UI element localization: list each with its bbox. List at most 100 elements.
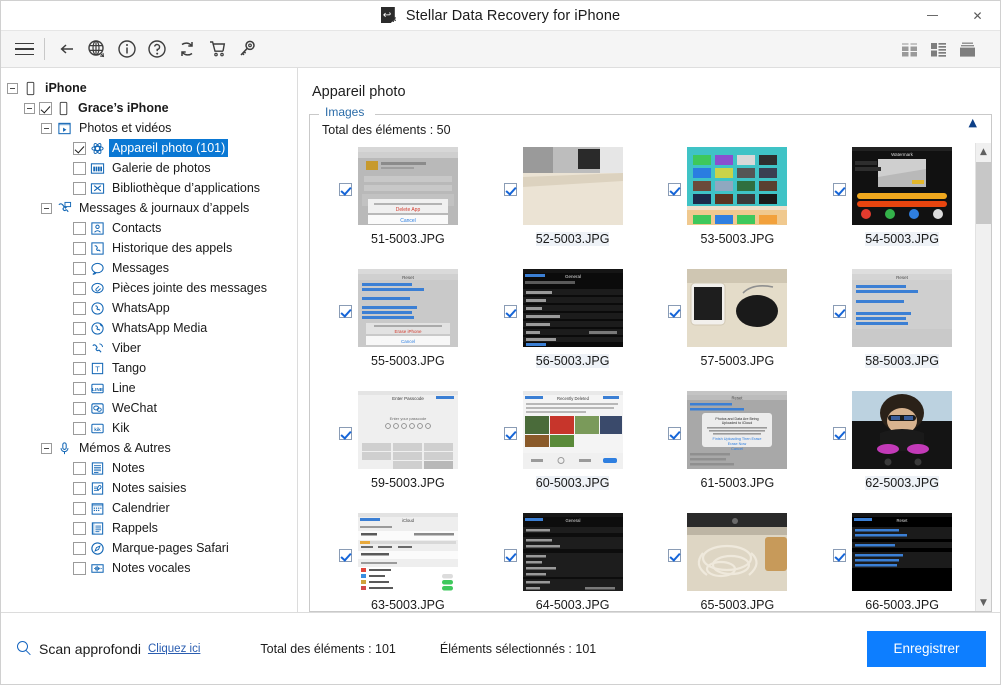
- sidebar-item-notes[interactable]: Notes: [1, 458, 297, 478]
- sidebar-tree[interactable]: iPhone Grace’s iPhone Photos et vidéos Appa…: [1, 68, 298, 612]
- thumbnail-image[interactable]: [687, 147, 788, 225]
- thumbnail-cell[interactable]: Recently Deleted 60-5003.JPG: [481, 387, 646, 509]
- close-button[interactable]: ✕: [955, 1, 1000, 30]
- sidebar-item-pi-ces-jointe-des-messages[interactable]: Pièces jointe des messages: [1, 278, 297, 298]
- sidebar-item-checkbox[interactable]: [73, 261, 86, 275]
- sidebar-item-notes-vocales[interactable]: Notes vocales: [1, 558, 297, 578]
- thumbnail-image[interactable]: Enter Passcode Enter your passcode: [357, 391, 458, 469]
- thumbnail-checkbox[interactable]: [338, 305, 352, 318]
- thumbnail-cell[interactable]: 65-5003.JPG: [646, 509, 811, 611]
- sidebar-item-checkbox[interactable]: [73, 361, 86, 375]
- sidebar-item-checkbox[interactable]: [73, 421, 86, 435]
- vertical-scrollbar[interactable]: ▲ ▼: [975, 143, 991, 611]
- sidebar-item-kik[interactable]: kik Kik: [1, 418, 297, 438]
- thumbnail-image[interactable]: [687, 513, 788, 591]
- view-grid-button[interactable]: [896, 37, 922, 61]
- sidebar-item-checkbox[interactable]: [73, 301, 86, 315]
- expander-collapse-icon[interactable]: [41, 122, 52, 134]
- thumbnail-image[interactable]: Reset Photos and Data Are Being Uploaded…: [687, 391, 788, 469]
- thumbnail-cell[interactable]: 53-5003.JPG: [646, 143, 811, 265]
- sidebar-item-photos-et-vid-os[interactable]: Photos et vidéos: [1, 118, 297, 138]
- chevron-up-icon[interactable]: ▲: [969, 117, 977, 128]
- thumbnail-checkbox[interactable]: [668, 549, 682, 562]
- thumbnail-cell[interactable]: Reset Photos and Data Are Being Uploaded…: [646, 387, 811, 509]
- thumbnail-image[interactable]: Reset: [852, 269, 953, 347]
- sidebar-item-historique-des-appels[interactable]: Historique des appels: [1, 238, 297, 258]
- thumbnail-checkbox[interactable]: [503, 183, 517, 196]
- sidebar-item-messages-journaux-d-appels[interactable]: Messages & journaux d’appels: [1, 198, 297, 218]
- thumbnail-checkbox[interactable]: [668, 183, 682, 196]
- thumbnail-checkbox[interactable]: [668, 427, 682, 440]
- sidebar-item-checkbox[interactable]: [73, 381, 86, 395]
- sidebar-item-checkbox[interactable]: [73, 501, 86, 515]
- sidebar-item-galerie-de-photos[interactable]: Galerie de photos: [1, 158, 297, 178]
- thumbnail-cell[interactable]: Reset 66-5003.JPG: [810, 509, 975, 611]
- thumbnail-image[interactable]: General: [522, 269, 623, 347]
- scrollbar-thumb[interactable]: [975, 162, 991, 224]
- view-list-button[interactable]: [925, 37, 951, 61]
- thumbnail-image[interactable]: Reset Erase iPhone Cancel: [357, 269, 458, 347]
- sidebar-item-checkbox[interactable]: [73, 461, 86, 475]
- thumbnail-cell[interactable]: 52-5003.JPG: [481, 143, 646, 265]
- thumbnail-image[interactable]: Delete App Cancel: [357, 147, 458, 225]
- sidebar-item-checkbox[interactable]: [73, 541, 86, 555]
- sidebar-item-iphone[interactable]: iPhone: [1, 78, 297, 98]
- info-button[interactable]: [112, 34, 142, 64]
- save-button[interactable]: Enregistrer: [867, 630, 986, 667]
- sidebar-item-rappels[interactable]: Rappels: [1, 518, 297, 538]
- sidebar-item-checkbox[interactable]: [39, 101, 52, 115]
- expander-collapse-icon[interactable]: [41, 202, 52, 214]
- thumbnail-cell[interactable]: 62-5003.JPG: [810, 387, 975, 509]
- view-detail-button[interactable]: [954, 37, 980, 61]
- sidebar-item-checkbox[interactable]: [73, 221, 86, 235]
- thumbnail-image[interactable]: Recently Deleted: [522, 391, 623, 469]
- thumbnail-checkbox[interactable]: [833, 305, 847, 318]
- sidebar-item-grace-s-iphone[interactable]: Grace’s iPhone: [1, 98, 297, 118]
- sidebar-item-checkbox[interactable]: [73, 181, 86, 195]
- sidebar-item-line[interactable]: LINE Line: [1, 378, 297, 398]
- thumbnail-checkbox[interactable]: [503, 549, 517, 562]
- thumbnail-checkbox[interactable]: [833, 549, 847, 562]
- sidebar-item-checkbox[interactable]: [73, 521, 86, 535]
- thumbnail-checkbox[interactable]: [338, 183, 352, 196]
- sidebar-item-whatsapp-media[interactable]: WhatsApp Media: [1, 318, 297, 338]
- thumbnail-cell[interactable]: Reset Erase iPhone Cancel 55-5003.JPG: [316, 265, 481, 387]
- sidebar-item-wechat[interactable]: WeChat: [1, 398, 297, 418]
- thumbnail-image[interactable]: Reset: [852, 513, 953, 591]
- thumbnail-checkbox[interactable]: [503, 427, 517, 440]
- sidebar-item-checkbox[interactable]: [73, 481, 86, 495]
- thumbnail-cell[interactable]: General 64-5003.JPG: [481, 509, 646, 611]
- activate-button[interactable]: [232, 34, 262, 64]
- sidebar-item-checkbox[interactable]: [73, 281, 86, 295]
- expander-collapse-icon[interactable]: [7, 82, 18, 94]
- thumbnail-cell[interactable]: Enter Passcode Enter your passcode 59-50…: [316, 387, 481, 509]
- sidebar-item-appareil-photo-101[interactable]: Appareil photo (101): [1, 138, 297, 158]
- thumbnail-image[interactable]: Watermark: [852, 147, 953, 225]
- sidebar-item-whatsapp[interactable]: WhatsApp: [1, 298, 297, 318]
- sidebar-item-viber[interactable]: Viber: [1, 338, 297, 358]
- thumbnail-cell[interactable]: 57-5003.JPG: [646, 265, 811, 387]
- hamburger-menu-button[interactable]: [9, 34, 39, 64]
- sidebar-item-checkbox[interactable]: [73, 401, 86, 415]
- sidebar-item-contacts[interactable]: Contacts: [1, 218, 297, 238]
- thumbnail-checkbox[interactable]: [338, 427, 352, 440]
- thumbnail-checkbox[interactable]: [668, 305, 682, 318]
- thumbnail-cell[interactable]: Reset 58-5003.JPG: [810, 265, 975, 387]
- thumbnail-checkbox[interactable]: [833, 427, 847, 440]
- thumbnail-image[interactable]: [687, 269, 788, 347]
- sidebar-item-marque-pages-safari[interactable]: Marque-pages Safari: [1, 538, 297, 558]
- sidebar-item-biblioth-que-d-applications[interactable]: Bibliothèque d’applications: [1, 178, 297, 198]
- thumbnail-checkbox[interactable]: [503, 305, 517, 318]
- sidebar-item-m-mos-autres[interactable]: Mémos & Autres: [1, 438, 297, 458]
- thumbnail-cell[interactable]: General 56-5003.JPG: [481, 265, 646, 387]
- deep-scan-link[interactable]: Cliquez ici: [148, 643, 200, 655]
- expander-collapse-icon[interactable]: [24, 102, 35, 114]
- thumbnail-checkbox[interactable]: [338, 549, 352, 562]
- language-button[interactable]: [82, 34, 112, 64]
- scrollbar-track[interactable]: [975, 160, 991, 594]
- scroll-up-button[interactable]: ▲: [976, 143, 992, 160]
- sidebar-item-checkbox[interactable]: [73, 321, 86, 335]
- thumbnail-checkbox[interactable]: [833, 183, 847, 196]
- thumbnail-image[interactable]: [522, 147, 623, 225]
- scroll-down-button[interactable]: ▼: [976, 594, 992, 611]
